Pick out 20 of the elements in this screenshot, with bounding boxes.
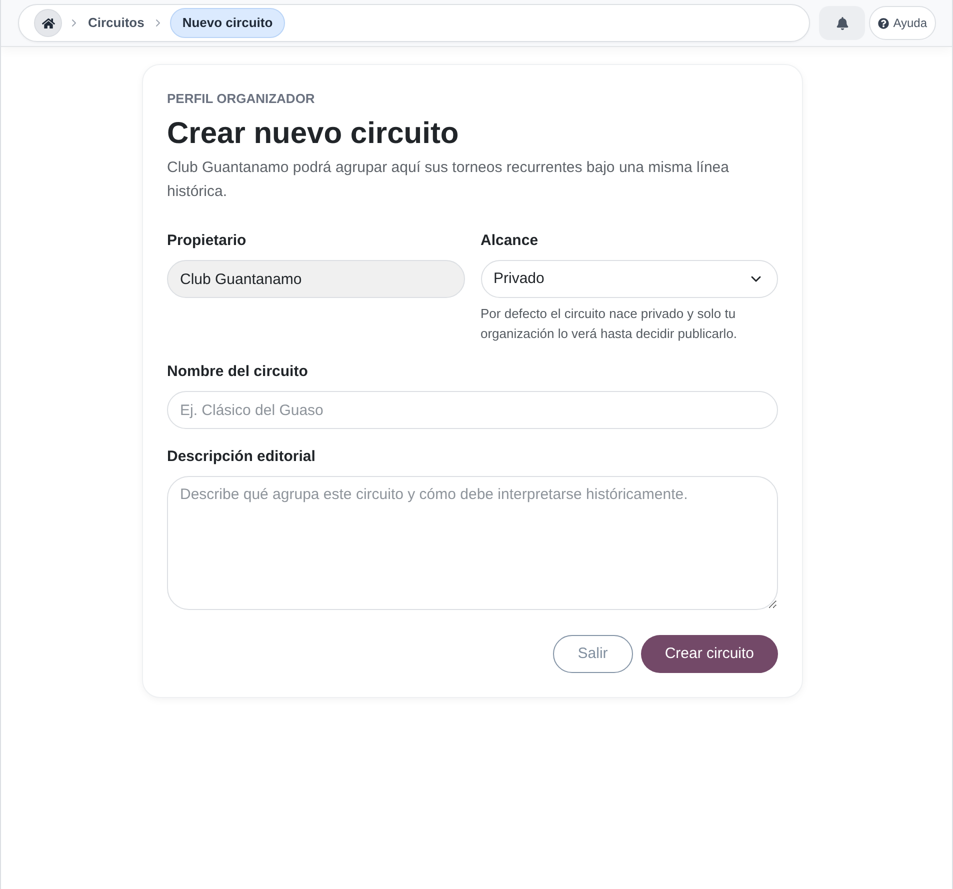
breadcrumb-link[interactable]: Nuevo circuito (170, 8, 285, 38)
field-label: Nombre del circuito (167, 362, 309, 382)
home-button[interactable] (34, 9, 62, 37)
notifications-button[interactable] (819, 6, 866, 40)
eyebrow-text: PERFIL ORGANIZADOR (167, 90, 316, 108)
text-field[interactable]: Ej. Clásico del Guaso (167, 391, 778, 429)
bell-icon (836, 16, 849, 30)
breadcrumb-link[interactable]: Circuitos (86, 9, 146, 37)
field-label: Propietario (167, 231, 248, 251)
help-button[interactable]: Ayuda (869, 6, 936, 40)
description-text: Club Guantanamo podrá agrupar aquí sus torneos recurrentes bajo una misma línea histórica. (167, 158, 730, 202)
help-icon (878, 18, 890, 28)
select-field[interactable]: Privado (480, 260, 778, 298)
page-title: Crear nuevo circuito (167, 116, 460, 152)
helper-text: Por defecto el circuito nace privado y solo tu organización lo verá hasta decidir publicarlo. (480, 305, 738, 343)
field-label: Alcance (480, 231, 540, 251)
home-icon (42, 16, 54, 30)
description-field[interactable]: Describe qué agrupa este circuito y cómo debe interpretarse históricamente. (167, 476, 778, 610)
field-label: Descripción editorial (167, 447, 316, 467)
create-button[interactable]: Crear circuito (640, 635, 778, 673)
